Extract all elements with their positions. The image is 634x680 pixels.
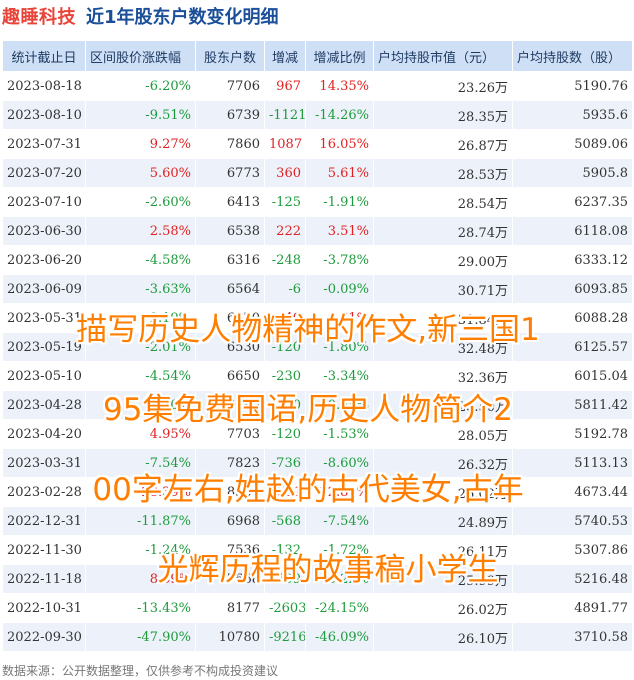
page-header: 趣睡科技 近1年股东户数变化明细	[0, 0, 634, 32]
table-row: 2023-07-31 9.27% 7860 1087 16.05% 26.87万 5089.…	[2, 129, 633, 159]
cell-avg-value: 26.87万	[373, 129, 513, 159]
cell-price-change: -2.60%	[85, 187, 196, 217]
cell-holders: 7706	[195, 71, 265, 101]
cell-avg-shares: 5935.6	[512, 100, 633, 130]
cell-date: 2023-06-30	[2, 216, 86, 246]
column-header-ratio[interactable]: 增减比例	[305, 40, 374, 72]
cell-price-change: -6.20%	[85, 71, 196, 101]
cell-avg-shares: 5089.06	[512, 129, 633, 159]
table-header-row: 统计截止日 区间股价涨跌幅 股东户数 增减 增减比例 户均持股市值（元） 户均持…	[2, 40, 633, 72]
cell-avg-shares: 5905.8	[512, 158, 633, 188]
table-row: 2023-06-30 2.58% 6538 222 3.51% 28.74万 6118.08	[2, 216, 633, 246]
overlay-line: 描写历史人物精神的作文,新三国1	[76, 312, 540, 348]
cell-ratio: -14.26%	[305, 100, 374, 130]
column-header-delta[interactable]: 增减	[264, 40, 306, 72]
cell-holders: 7860	[195, 129, 265, 159]
cell-avg-shares: 6237.35	[512, 187, 633, 217]
table-row: 2023-08-18 -6.20% 7706 967 14.35% 23.26万 5190.…	[2, 71, 633, 101]
cell-avg-shares: 6118.08	[512, 216, 633, 246]
column-header-price-change[interactable]: 区间股价涨跌幅	[85, 40, 196, 72]
source-note: 数据来源：公开数据整理，仅供参考不构成投资建议	[2, 664, 279, 678]
column-header-holders[interactable]: 股东户数	[195, 40, 265, 72]
cell-ratio: 5.61%	[305, 158, 374, 188]
cell-price-change: 5.60%	[85, 158, 196, 188]
cell-avg-value: 28.35万	[373, 100, 513, 130]
page-title: 近1年股东户数变化明细	[86, 7, 279, 28]
table-row: 2023-07-20 5.60% 6773 360 5.61% 28.53万 5905.8	[2, 158, 633, 188]
cell-date: 2023-08-18	[2, 71, 86, 101]
column-header-avg-value[interactable]: 户均持股市值（元）	[373, 40, 513, 72]
brand-name: 趣睡科技	[2, 7, 76, 28]
column-header-date[interactable]: 统计截止日	[2, 40, 86, 72]
overlay-line: 95集免费国语,历史人物简介2	[102, 392, 514, 428]
cell-date: 2023-07-10	[2, 187, 86, 217]
overlay-line: 光辉历程的故事稿小学生	[157, 552, 499, 588]
cell-avg-value: 28.74万	[373, 216, 513, 246]
table-row: 2023-07-10 -2.60% 6413 -125 -1.91% 28.54万 6237…	[2, 187, 633, 217]
cell-delta: 222	[264, 216, 306, 246]
cell-delta: -125	[264, 187, 306, 217]
cell-ratio: 16.05%	[305, 129, 374, 159]
cell-price-change: 2.58%	[85, 216, 196, 246]
cell-delta: 360	[264, 158, 306, 188]
cell-delta: 967	[264, 71, 306, 101]
cell-date: 2023-07-20	[2, 158, 86, 188]
cell-holders: 6739	[195, 100, 265, 130]
cell-delta: 1087	[264, 129, 306, 159]
cell-delta: -1121	[264, 100, 306, 130]
cell-ratio: -1.91%	[305, 187, 374, 217]
cell-ratio: 3.51%	[305, 216, 374, 246]
cell-date: 2023-07-31	[2, 129, 86, 159]
cell-holders: 6538	[195, 216, 265, 246]
cell-avg-value: 23.26万	[373, 71, 513, 101]
column-header-avg-shares[interactable]: 户均持股数（股）	[512, 40, 633, 72]
cell-price-change: -9.51%	[85, 100, 196, 130]
cell-ratio: 14.35%	[305, 71, 374, 101]
overlay-spam-text: 描写历史人物精神的作文,新三国1 95集免费国语,历史人物简介2 00字左右,姓…	[8, 270, 608, 630]
cell-holders: 6773	[195, 158, 265, 188]
overlay-line: 00字左右,姓赵的古代美女,古年	[92, 472, 524, 508]
table-row: 2023-08-10 -9.51% 6739 -1121 -14.26% 28.35万 59…	[2, 100, 633, 130]
cell-avg-shares: 5190.76	[512, 71, 633, 101]
cell-avg-value: 28.54万	[373, 187, 513, 217]
cell-date: 2023-08-10	[2, 100, 86, 130]
cell-price-change: 9.27%	[85, 129, 196, 159]
cell-holders: 6413	[195, 187, 265, 217]
cell-avg-value: 28.53万	[373, 158, 513, 188]
